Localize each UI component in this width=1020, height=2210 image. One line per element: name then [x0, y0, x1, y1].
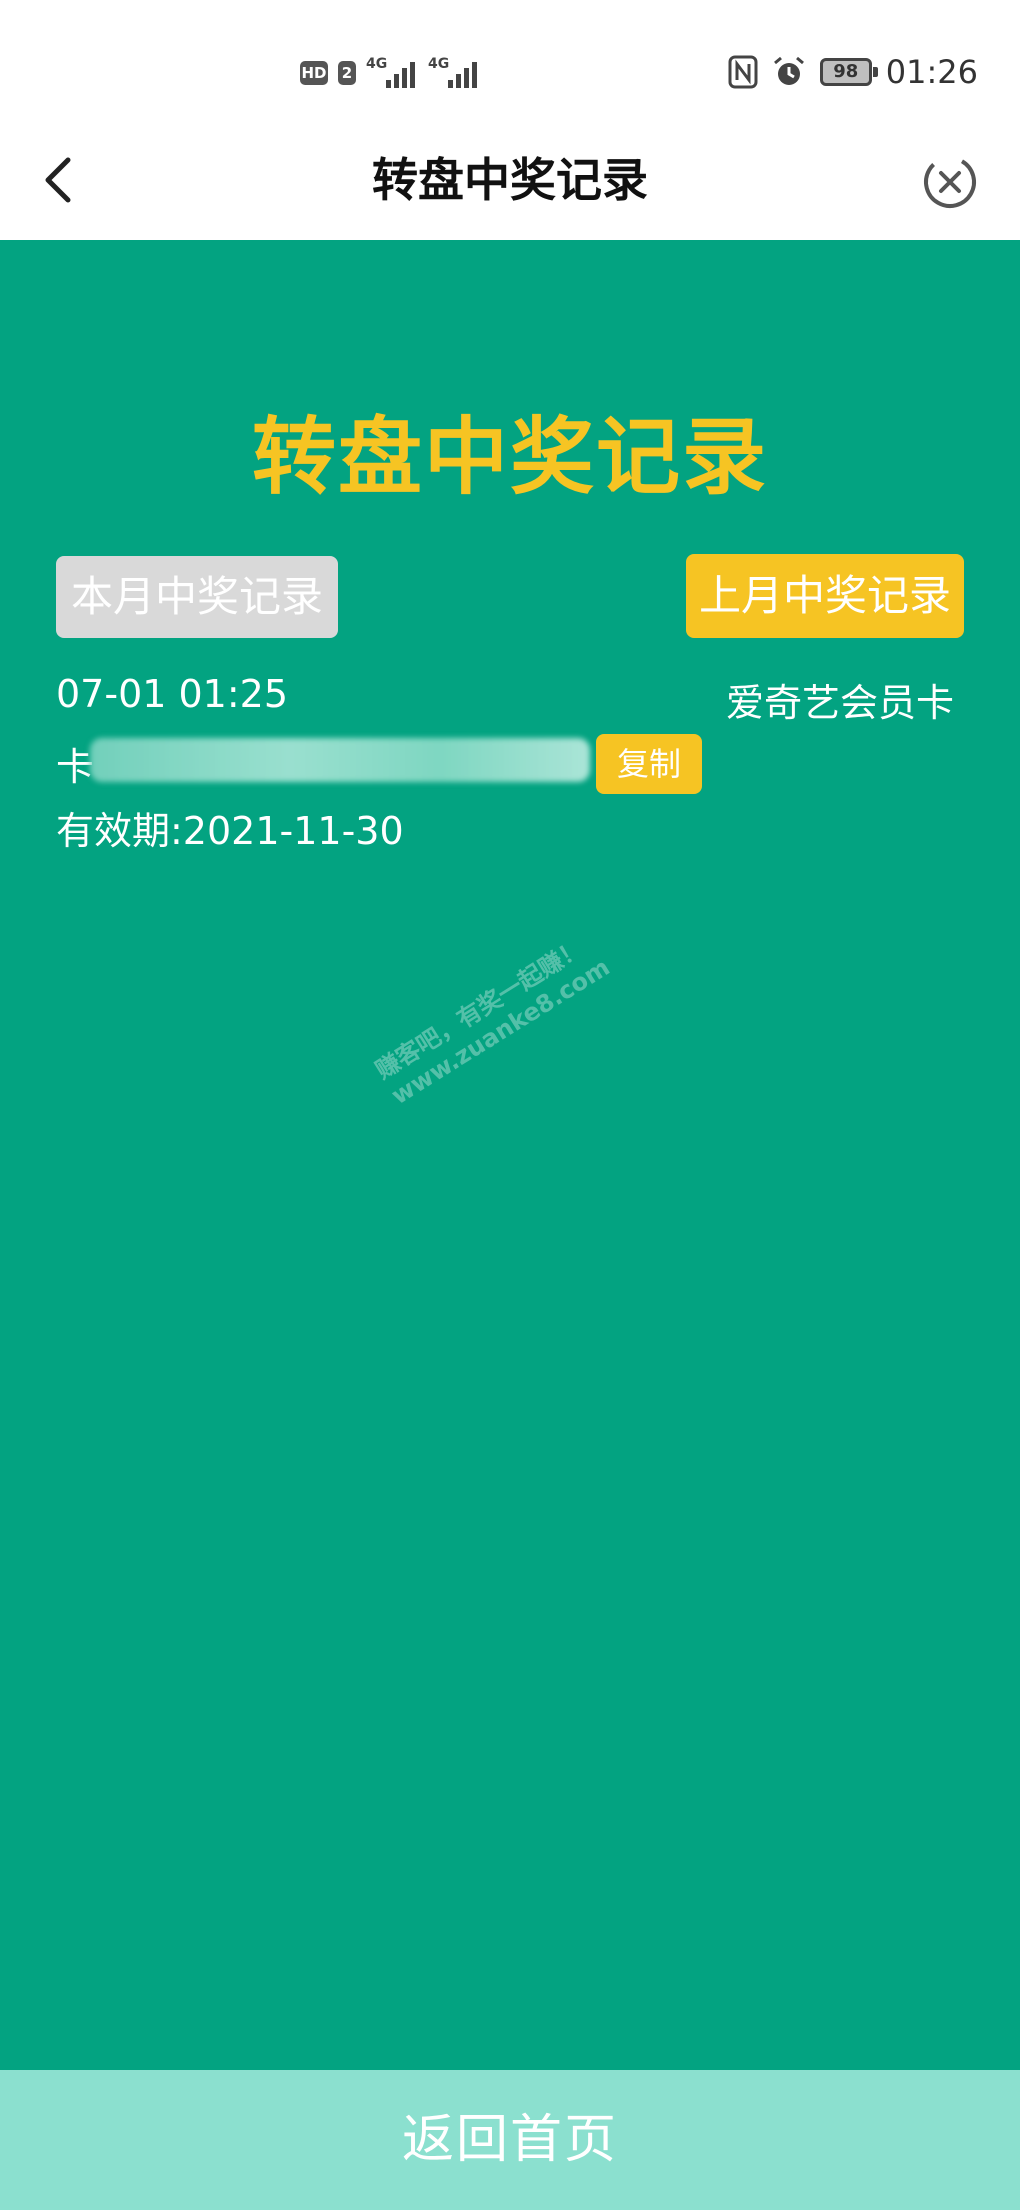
record-prize: 爱奇艺会员卡	[725, 681, 954, 725]
copy-button[interactable]: 复制	[596, 734, 702, 794]
record-card-label: 卡	[56, 745, 95, 789]
title-bar: 转盘中奖记录	[0, 120, 1020, 240]
main-content: 转盘中奖记录 本月中奖记录 上月中奖记录 07-01 01:25 爱奇艺会员卡 …	[0, 240, 1020, 2070]
record-date: 07-01 01:25	[56, 672, 289, 716]
card-number-blurred	[90, 738, 590, 782]
page-heading: 转盘中奖记录	[251, 408, 768, 506]
status-right: 98 01:26	[728, 52, 978, 92]
status-time: 01:26	[885, 53, 978, 91]
hd-badge: HD	[300, 61, 328, 85]
back-home-button[interactable]: 返回首页	[0, 2070, 1020, 2210]
status-bar: HD 2 4G 4G 98 01:26	[0, 0, 1020, 120]
signal-icon: 4G	[428, 56, 480, 90]
battery-icon: 98	[819, 58, 878, 86]
status-left: HD 2 4G 4G	[300, 56, 480, 90]
alarm-icon	[773, 56, 804, 85]
back-icon[interactable]	[30, 150, 90, 210]
record-valid-until: 有效期:2021-11-30	[56, 809, 404, 853]
close-icon[interactable]	[920, 152, 980, 212]
sim-badge: 2	[338, 61, 356, 85]
nfc-icon	[728, 55, 758, 89]
tab-last-month[interactable]: 上月中奖记录	[686, 554, 964, 638]
signal-icon: 4G	[366, 56, 418, 90]
watermark: 赚客吧，有奖一起赚！ www.zuanke8.com	[370, 927, 615, 1111]
nav-title: 转盘中奖记录	[372, 153, 648, 207]
tab-this-month[interactable]: 本月中奖记录	[56, 556, 338, 638]
